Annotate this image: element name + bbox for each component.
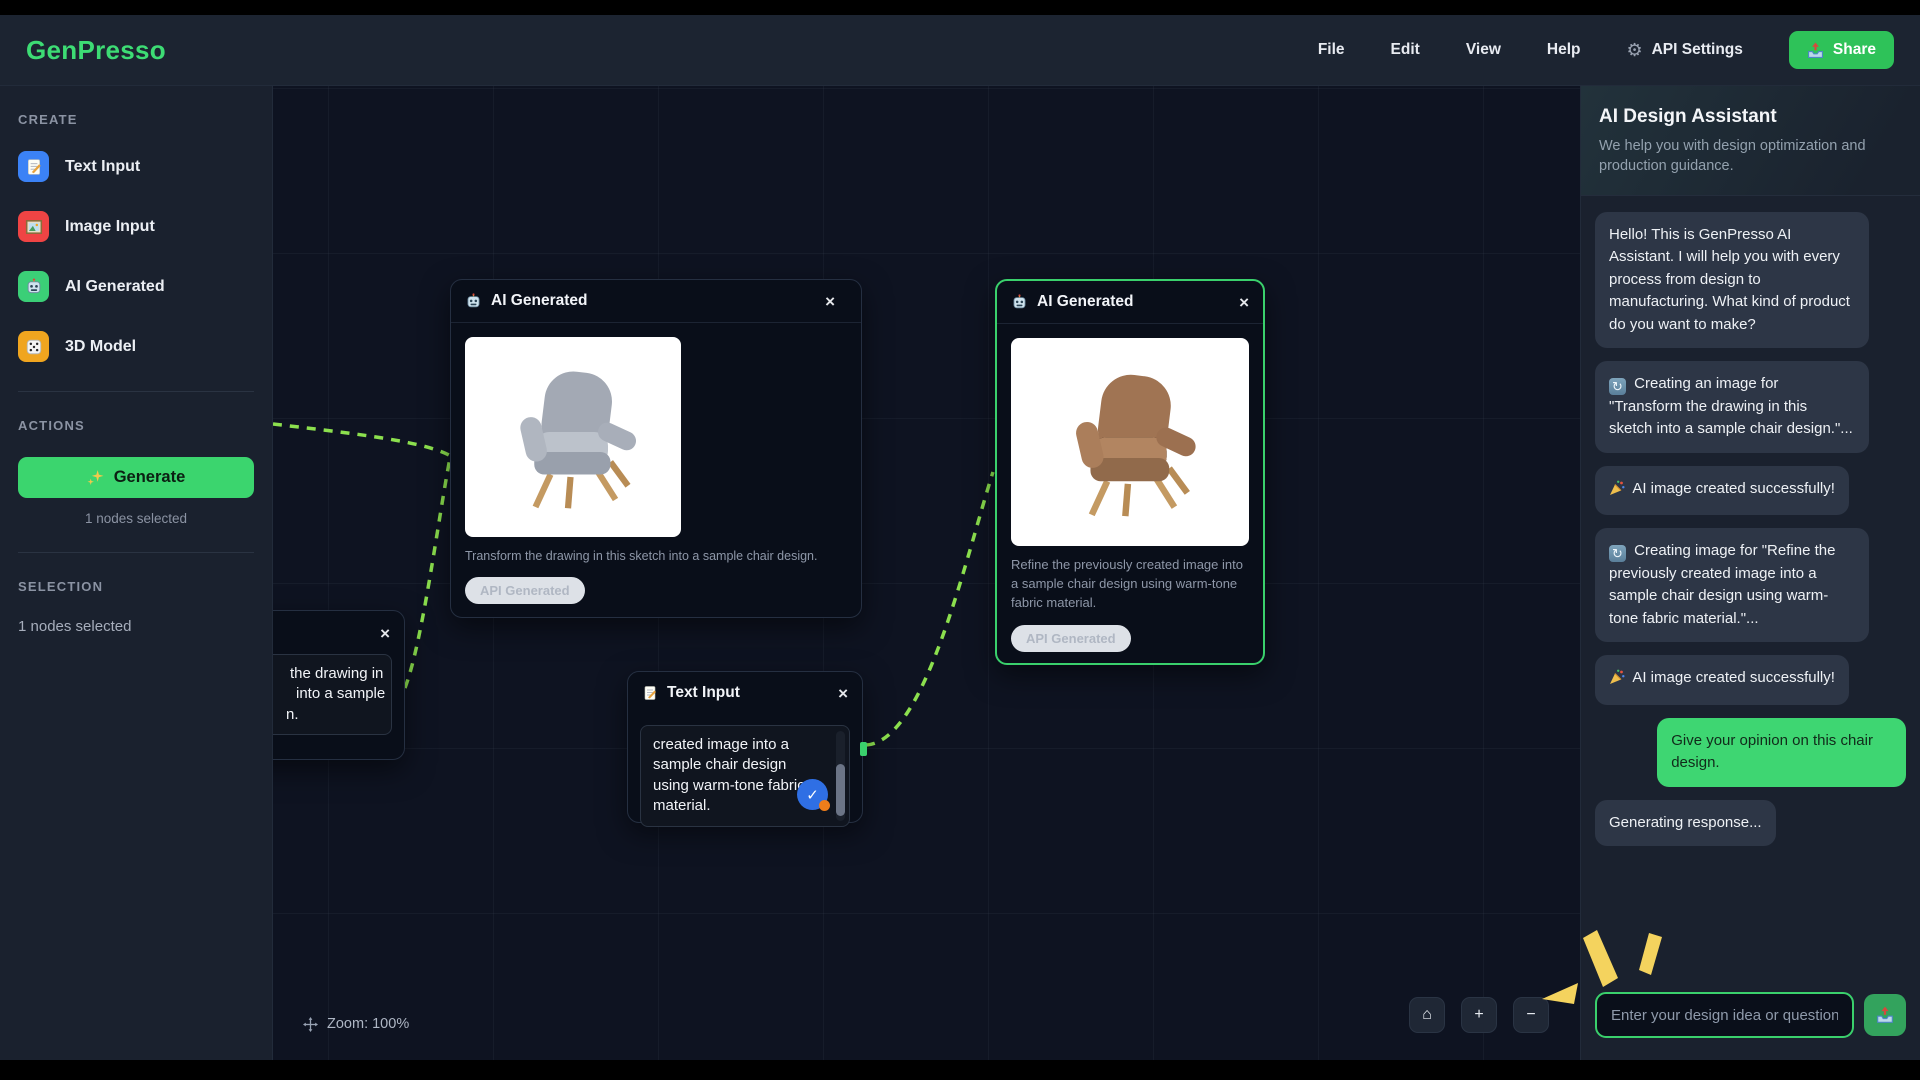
clipped-text-line: into a sample bbox=[273, 684, 379, 704]
zoom-indicator: Zoom: 100% bbox=[303, 1016, 409, 1032]
generate-status: 1 nodes selected bbox=[18, 511, 254, 526]
bot-message: Hello! This is GenPresso AI Assistant. I… bbox=[1595, 212, 1869, 349]
sidebar-item-label: 3D Model bbox=[65, 338, 136, 356]
share-button[interactable]: Share bbox=[1789, 31, 1894, 69]
app-logo: GenPresso bbox=[26, 35, 166, 66]
framed-picture-icon bbox=[18, 211, 49, 242]
sidebar-item-label: Image Input bbox=[65, 218, 155, 236]
text-input-area[interactable]: created image into a sample chair design… bbox=[640, 725, 850, 827]
refresh-icon: ↻ bbox=[1609, 378, 1626, 395]
zoom-level-label: Zoom: 100% bbox=[327, 1016, 409, 1032]
move-icon bbox=[303, 1017, 318, 1032]
menu-view[interactable]: View bbox=[1466, 41, 1501, 59]
generate-label: Generate bbox=[114, 468, 186, 487]
share-label: Share bbox=[1833, 41, 1876, 59]
assistant-header: AI Design Assistant We help you with des… bbox=[1581, 86, 1920, 196]
node-canvas[interactable]: × the drawing in into a sample n. bbox=[273, 86, 1580, 1060]
chat-input[interactable] bbox=[1595, 992, 1854, 1038]
minus-icon: − bbox=[1526, 1006, 1535, 1024]
ai-assistant-panel: AI Design Assistant We help you with des… bbox=[1580, 86, 1920, 1060]
sidebar-divider bbox=[18, 552, 254, 553]
selection-status: 1 nodes selected bbox=[18, 618, 254, 635]
bot-message: AI image created successfully! bbox=[1595, 655, 1849, 705]
party-popper-icon bbox=[1609, 480, 1625, 504]
actions-section-title: ACTIONS bbox=[18, 418, 254, 433]
close-icon[interactable]: × bbox=[838, 685, 848, 702]
node-ai-generated-2-selected[interactable]: AI Generated × bbox=[995, 279, 1265, 665]
close-icon[interactable]: × bbox=[825, 293, 835, 310]
memo-icon bbox=[18, 151, 49, 182]
zoom-in-button[interactable]: + bbox=[1461, 997, 1497, 1033]
chat-messages[interactable]: Hello! This is GenPresso AI Assistant. I… bbox=[1581, 196, 1920, 982]
close-icon[interactable]: × bbox=[380, 625, 390, 642]
generated-image-gray-chair bbox=[465, 337, 681, 537]
robot-icon bbox=[1011, 294, 1028, 311]
zoom-out-button[interactable]: − bbox=[1513, 997, 1549, 1033]
assistant-subtitle: We help you with design optimization and… bbox=[1599, 136, 1902, 177]
memo-icon bbox=[642, 685, 658, 701]
canvas-controls: ⌂ + − bbox=[1409, 997, 1549, 1033]
selection-section-title: SELECTION bbox=[18, 579, 254, 594]
bot-message: ↻ Creating image for "Refine the previou… bbox=[1595, 528, 1869, 642]
send-button[interactable] bbox=[1864, 994, 1906, 1036]
home-icon: ⌂ bbox=[1422, 1006, 1432, 1024]
api-generated-badge: API Generated bbox=[465, 577, 585, 604]
text-input-value: created image into a sample chair design… bbox=[653, 736, 805, 814]
fit-view-button[interactable]: ⌂ bbox=[1409, 997, 1445, 1033]
chat-input-row bbox=[1581, 982, 1920, 1060]
confirm-check-icon[interactable]: ✓ bbox=[797, 779, 828, 810]
api-settings-label: API Settings bbox=[1652, 41, 1743, 59]
user-message: Give your opinion on this chair design. bbox=[1657, 718, 1906, 787]
outbox-tray-icon bbox=[1807, 42, 1824, 59]
refresh-icon: ↻ bbox=[1609, 545, 1626, 562]
notification-dot bbox=[819, 800, 830, 811]
clipped-text-line: the drawing in bbox=[273, 664, 379, 684]
create-section-title: CREATE bbox=[18, 112, 254, 127]
node-title: Text Input bbox=[667, 684, 740, 702]
top-menubar: GenPresso File Edit View Help ⚙ API Sett… bbox=[0, 15, 1920, 86]
node-title: AI Generated bbox=[491, 292, 587, 310]
sparkles-icon bbox=[87, 469, 104, 486]
node-text-input-partial[interactable]: × the drawing in into a sample n. bbox=[273, 610, 405, 760]
clipped-text-line: n. bbox=[273, 705, 379, 725]
node-caption: Transform the drawing in this sketch int… bbox=[465, 547, 847, 565]
node-caption: Refine the previously created image into… bbox=[1011, 556, 1249, 613]
check-icon: ✓ bbox=[806, 786, 819, 804]
api-generated-badge: API Generated bbox=[1011, 625, 1131, 652]
menu-edit[interactable]: Edit bbox=[1391, 41, 1420, 59]
outbox-tray-icon bbox=[1876, 1006, 1894, 1024]
gear-icon: ⚙ bbox=[1626, 41, 1642, 59]
bot-message-generating: Generating response... bbox=[1595, 800, 1776, 847]
sidebar-item-image-input[interactable]: Image Input bbox=[18, 211, 254, 242]
sidebar-item-3d-model[interactable]: 3D Model bbox=[18, 331, 254, 362]
app-window: GenPresso File Edit View Help ⚙ API Sett… bbox=[0, 15, 1920, 1060]
party-popper-icon bbox=[1609, 669, 1625, 693]
left-sidebar: CREATE Text Input bbox=[0, 86, 273, 1060]
bot-message: ↻ Creating an image for "Transform the d… bbox=[1595, 361, 1869, 453]
generated-image-brown-chair bbox=[1011, 338, 1249, 546]
output-handle[interactable] bbox=[860, 742, 867, 756]
plus-icon: + bbox=[1474, 1006, 1483, 1024]
scrollbar-thumb[interactable] bbox=[836, 764, 845, 816]
robot-icon bbox=[465, 293, 482, 310]
node-title: AI Generated bbox=[1037, 293, 1133, 311]
node-ai-generated-1[interactable]: AI Generated × T bbox=[450, 279, 862, 618]
bot-message: AI image created successfully! bbox=[1595, 466, 1849, 516]
menu-file[interactable]: File bbox=[1318, 41, 1345, 59]
sidebar-item-ai-generated[interactable]: AI Generated bbox=[18, 271, 254, 302]
node-text-input[interactable]: Text Input × created image into a sample… bbox=[627, 671, 863, 823]
robot-icon bbox=[18, 271, 49, 302]
assistant-title: AI Design Assistant bbox=[1599, 106, 1902, 128]
sidebar-item-text-input[interactable]: Text Input bbox=[18, 151, 254, 182]
scrollbar-track bbox=[836, 731, 845, 821]
sidebar-item-label: AI Generated bbox=[65, 278, 165, 296]
sidebar-item-label: Text Input bbox=[65, 158, 140, 176]
api-settings-button[interactable]: ⚙ API Settings bbox=[1626, 41, 1742, 59]
sidebar-divider bbox=[18, 391, 254, 392]
generate-button[interactable]: Generate bbox=[18, 457, 254, 498]
menu-help[interactable]: Help bbox=[1547, 41, 1581, 59]
dice-icon bbox=[18, 331, 49, 362]
close-icon[interactable]: × bbox=[1239, 294, 1249, 311]
